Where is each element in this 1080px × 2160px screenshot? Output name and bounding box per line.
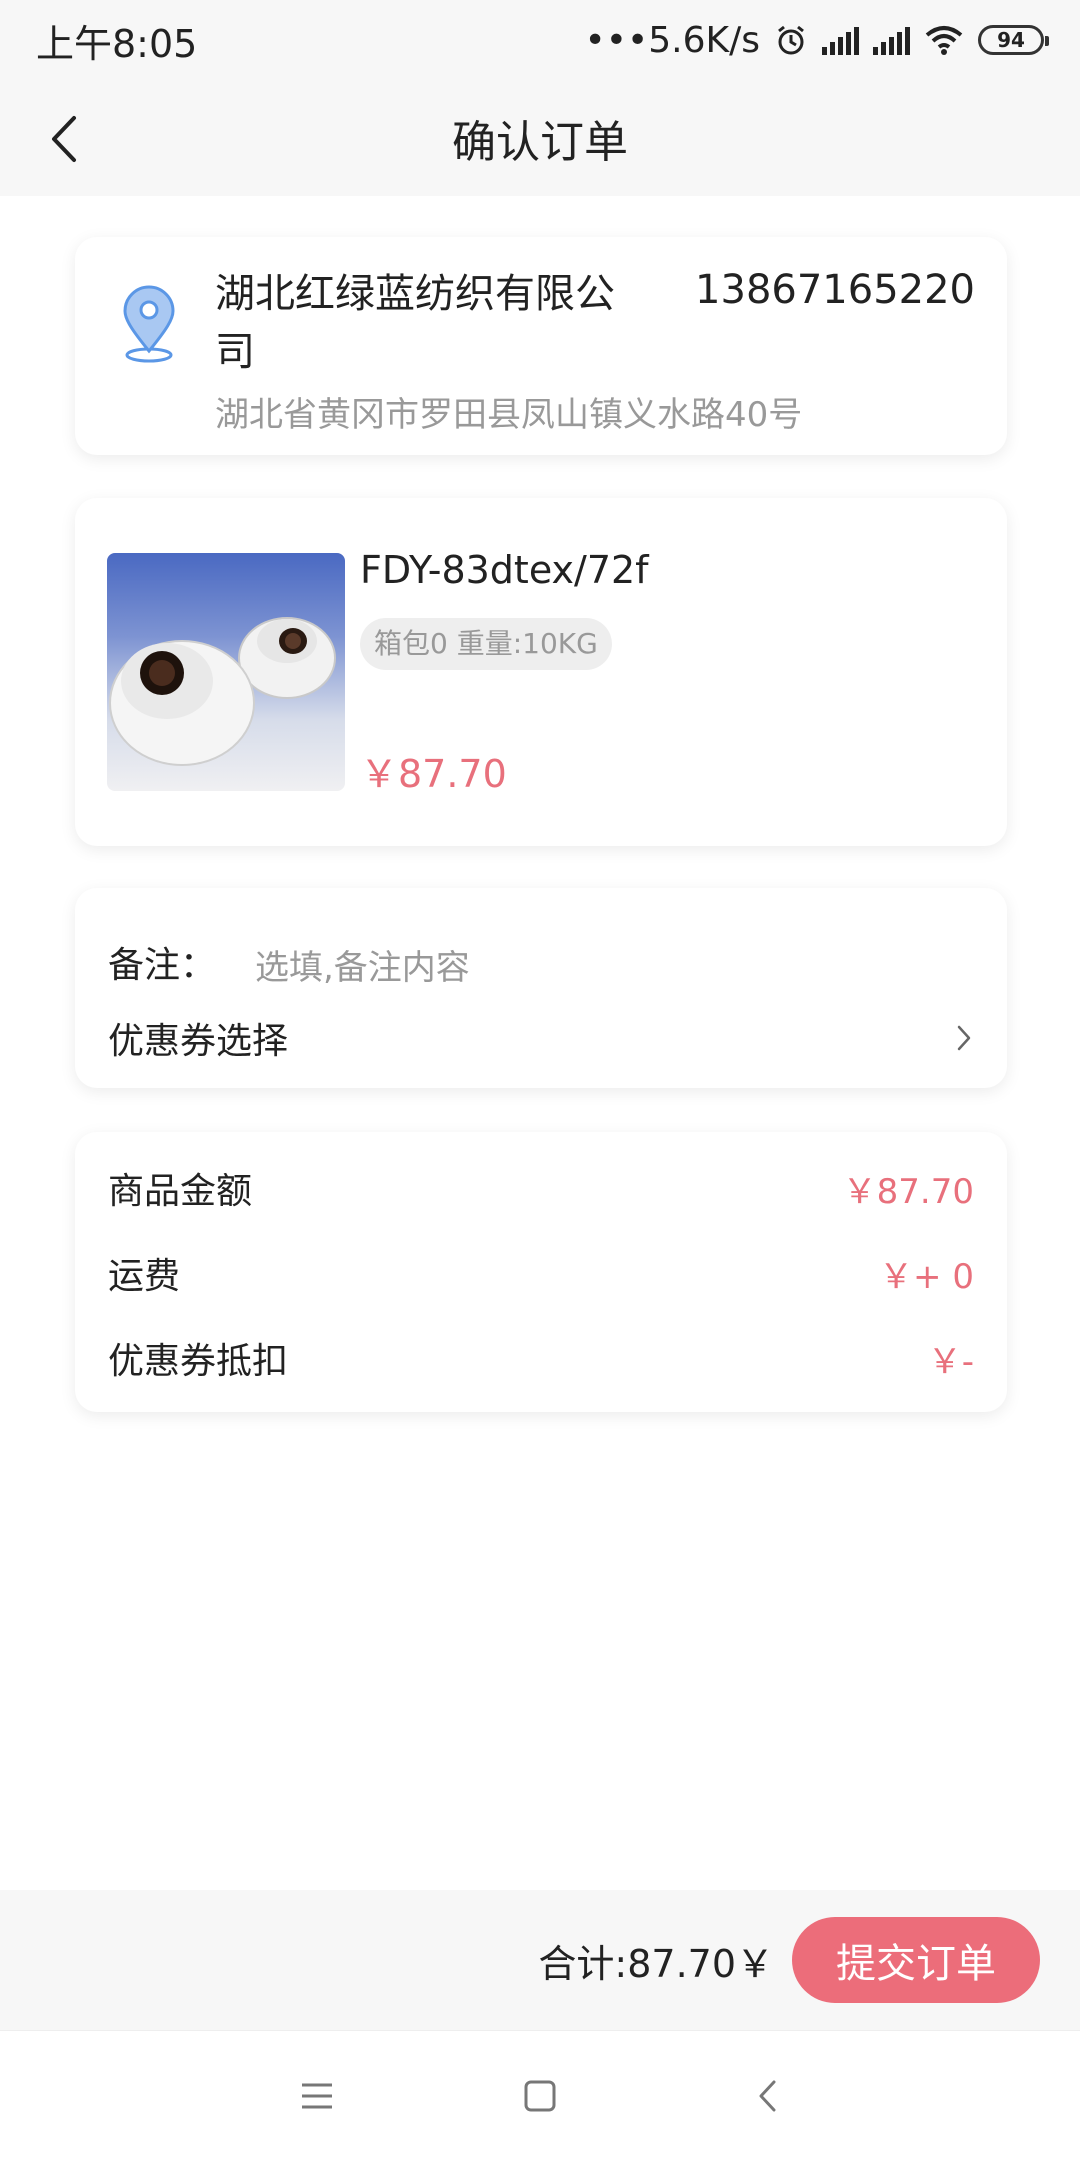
address-card[interactable]: 湖北红绿蓝纺织有限公司 13867165220 湖北省黄冈市罗田县凤山镇义水路4… [75,237,1007,455]
summary-label: 商品金额 [108,1171,253,1212]
summary-value: ￥- [927,1341,974,1382]
system-nav-bar [0,2030,1080,2160]
address-detail: 湖北省黄冈市罗田县凤山镇义水路40号 [215,395,803,435]
home-square-icon [524,2080,556,2112]
system-back-button[interactable] [742,2071,792,2121]
summary-row-goods: 商品金额 ￥87.70 [108,1162,974,1214]
remark-card: 备注： 优惠券选择 [75,888,1007,1088]
address-phone: 13867165220 [695,267,975,313]
status-bar: 上午8:05 •••5.6K/s 94 [0,0,1080,80]
back-triangle-icon [759,2080,776,2112]
status-time: 上午8:05 [36,21,198,66]
yarn-spools-image [109,617,336,766]
signal-icon-2 [873,25,910,55]
signal-icon [822,25,859,55]
product-name: FDY-83dtex/72f [360,548,649,592]
back-button[interactable] [38,114,88,164]
price-summary-card: 商品金额 ￥87.70 运费 ￥+ 0 优惠券抵扣 ￥- [75,1132,1007,1412]
location-pin-icon [123,285,175,363]
address-company: 湖北红绿蓝纺织有限公司 [215,271,615,375]
product-price: ￥87.70 [360,752,507,796]
product-card: FDY-83dtex/72f 箱包0 重量:10KG ￥87.70 [75,498,1007,846]
status-indicators: •••5.6K/s 94 [584,19,1049,61]
summary-label: 优惠券抵扣 [108,1341,289,1382]
chevron-left-icon [52,116,76,162]
product-image [107,553,345,791]
remark-input[interactable] [255,938,855,998]
coupon-select-row[interactable]: 优惠券选择 [75,998,1007,1078]
wifi-icon [925,26,963,55]
remark-label: 备注： [108,945,217,986]
battery-level: 94 [997,28,1025,52]
submit-order-button[interactable]: 提交订单 [792,1917,1040,2003]
menu-button[interactable] [292,2071,342,2121]
summary-value: ￥87.70 [842,1171,974,1212]
battery-icon: 94 [978,25,1049,55]
page-title: 确认订单 [452,117,628,168]
coupon-label: 优惠券选择 [108,1021,289,1062]
summary-label: 运费 [108,1256,181,1297]
summary-value: ￥+ 0 [879,1256,974,1297]
order-total: 合计:87.70￥ [538,1941,774,1986]
alarm-icon [778,25,804,55]
summary-row-shipping: 运费 ￥+ 0 [108,1247,974,1299]
menu-icon [302,2083,332,2109]
summary-row-coupon: 优惠券抵扣 ￥- [108,1332,974,1384]
network-speed: •••5.6K/s [584,19,760,61]
order-confirm-screen: 上午8:05 •••5.6K/s 94 确认订单 湖北红绿蓝纺织有限公司 138… [0,0,1080,2160]
checkout-bar: 合计:87.70￥ 提交订单 [0,1890,1080,2030]
home-button[interactable] [515,2071,565,2121]
product-tag: 箱包0 重量:10KG [360,618,612,670]
chevron-right-icon [957,1025,971,1051]
nav-bar: 确认订单 [0,80,1080,196]
